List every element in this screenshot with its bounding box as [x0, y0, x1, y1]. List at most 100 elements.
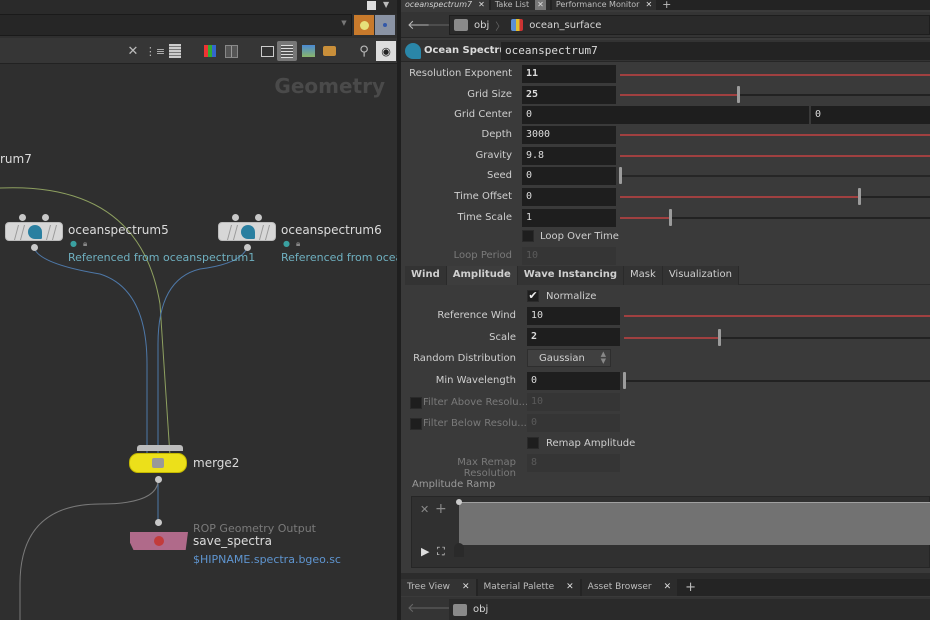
tab-asset-browser[interactable]: Asset Browser ✕: [581, 579, 678, 596]
add-tab-button[interactable]: +: [658, 0, 675, 10]
remap-amplitude-checkbox[interactable]: [527, 437, 539, 449]
ramp-graph[interactable]: [459, 502, 930, 545]
comment-icon: ●: [70, 239, 77, 248]
color-palette-icon[interactable]: [200, 41, 220, 61]
node-oceanspectrum6[interactable]: [218, 222, 276, 241]
input-connector[interactable]: [42, 214, 49, 221]
filter-above-checkbox[interactable]: [410, 397, 422, 409]
node-save-spectra[interactable]: [130, 532, 188, 550]
sticky-note-icon[interactable]: [277, 41, 297, 61]
time-offset-field[interactable]: 0: [522, 188, 616, 206]
tab-performance-monitor[interactable]: Performance Monitor ✕: [551, 0, 657, 10]
network-path-bar[interactable]: ▼: [0, 14, 352, 36]
time-scale-slider[interactable]: [620, 209, 930, 226]
close-icon[interactable]: ✕: [478, 0, 485, 10]
filter-below-checkbox[interactable]: [410, 418, 422, 430]
play-icon[interactable]: ▶: [421, 545, 429, 558]
node-label-partial[interactable]: rum7: [0, 152, 32, 166]
close-icon[interactable]: ✕: [664, 579, 672, 596]
pin-button[interactable]: [354, 15, 374, 35]
input-connector[interactable]: [19, 214, 26, 221]
seed-slider[interactable]: [619, 167, 930, 184]
bottom-breadcrumb[interactable]: obj: [449, 599, 930, 620]
pane-menu-icon[interactable]: [367, 1, 376, 10]
node-merge2[interactable]: [129, 453, 187, 473]
slider-handle[interactable]: [668, 209, 672, 226]
slider-handle[interactable]: [623, 372, 626, 389]
random-distribution-select[interactable]: Gaussian ▲ ▼: [527, 349, 611, 367]
grid-icon[interactable]: [221, 41, 241, 61]
scale-slider[interactable]: [624, 329, 930, 346]
layout-icon[interactable]: [257, 41, 277, 61]
tab-wave-instancing[interactable]: Wave Instancing: [517, 266, 625, 285]
reference-wind-field[interactable]: 10: [527, 307, 620, 325]
gravity-field[interactable]: 9.8: [522, 147, 616, 165]
add-tab-button[interactable]: +: [679, 579, 702, 596]
slider-handle[interactable]: [717, 329, 721, 346]
close-icon[interactable]: ✕: [566, 579, 574, 596]
normalize-checkbox[interactable]: ✔: [527, 290, 539, 302]
output-connector[interactable]: [31, 244, 38, 251]
slider-handle[interactable]: [857, 188, 861, 205]
list-icon[interactable]: [165, 41, 185, 61]
tab-oceanspectrum7[interactable]: oceanspectrum7 ✕: [401, 0, 489, 10]
search-icon[interactable]: ⚲: [354, 41, 374, 61]
tab-tree-view[interactable]: Tree View ✕: [401, 579, 476, 596]
loop-over-time-checkbox[interactable]: [522, 230, 534, 242]
tab-amplitude[interactable]: Amplitude: [446, 266, 518, 285]
reference-wind-slider[interactable]: [624, 315, 930, 317]
resolution-exponent-field[interactable]: 11: [522, 65, 616, 83]
wrench-icon[interactable]: ✕: [123, 41, 143, 61]
eye-icon[interactable]: ◉: [376, 41, 396, 61]
time-scale-label: Time Scale: [457, 212, 512, 223]
link-button[interactable]: [375, 15, 395, 35]
slider-handle[interactable]: [619, 167, 622, 184]
grid-size-slider[interactable]: [620, 86, 930, 103]
node-name-field[interactable]: oceanspectrum7: [501, 42, 930, 60]
ramp-point-handle[interactable]: [454, 543, 464, 557]
gravity-slider[interactable]: [620, 155, 930, 157]
input-connector[interactable]: [232, 214, 239, 221]
box-icon[interactable]: [319, 41, 339, 61]
image-add-icon[interactable]: [298, 41, 318, 61]
network-canvas[interactable]: Geometry rum7 oceanspectrum5 ● 🔒︎ Refere…: [0, 64, 397, 620]
delete-point-icon[interactable]: ✕: [420, 503, 429, 516]
close-icon[interactable]: ✕: [462, 579, 470, 596]
tab-visualization[interactable]: Visualization: [662, 266, 739, 285]
time-scale-field[interactable]: 1: [522, 209, 616, 227]
close-icon[interactable]: ✕: [535, 0, 546, 10]
breadcrumb[interactable]: obj 〉 ocean_surface: [449, 15, 930, 35]
tab-take-list[interactable]: Take List ✕: [490, 0, 550, 10]
ramp-point[interactable]: [456, 499, 462, 505]
pane-dropdown-icon[interactable]: ▼: [383, 0, 389, 9]
tab-material-palette[interactable]: Material Palette ✕: [477, 579, 580, 596]
min-wavelength-slider[interactable]: [623, 372, 930, 389]
grid-center-x-field[interactable]: 0: [522, 106, 809, 124]
tab-mask[interactable]: Mask: [624, 266, 663, 285]
breadcrumb-root[interactable]: obj: [473, 604, 488, 615]
grid-size-field[interactable]: 25: [522, 86, 616, 104]
seed-field[interactable]: 0: [522, 167, 616, 185]
input-connector[interactable]: [155, 519, 162, 526]
input-connector[interactable]: [255, 214, 262, 221]
depth-field[interactable]: 3000: [522, 126, 616, 144]
breadcrumb-child[interactable]: ocean_surface: [529, 20, 601, 31]
output-connector[interactable]: [244, 244, 251, 251]
tree-icon[interactable]: ⋮≡: [145, 41, 165, 61]
chevron-down-icon[interactable]: ▼: [339, 19, 349, 31]
expand-icon[interactable]: ⛶: [437, 545, 445, 559]
time-offset-slider[interactable]: [620, 188, 930, 205]
add-point-icon[interactable]: +: [435, 501, 447, 517]
output-connector[interactable]: [155, 476, 162, 483]
grid-center-y-field[interactable]: 0: [811, 106, 930, 124]
tab-wind[interactable]: Wind: [405, 266, 447, 285]
resolution-exponent-slider[interactable]: [620, 74, 930, 76]
depth-slider[interactable]: [620, 134, 930, 136]
scale-field[interactable]: 2: [527, 328, 620, 346]
min-wavelength-field[interactable]: 0: [527, 372, 620, 390]
merge-input-bar[interactable]: [137, 445, 183, 451]
close-icon[interactable]: ✕: [645, 0, 652, 10]
node-oceanspectrum5[interactable]: [5, 222, 63, 241]
slider-handle[interactable]: [736, 86, 740, 103]
breadcrumb-root[interactable]: obj: [474, 20, 489, 31]
